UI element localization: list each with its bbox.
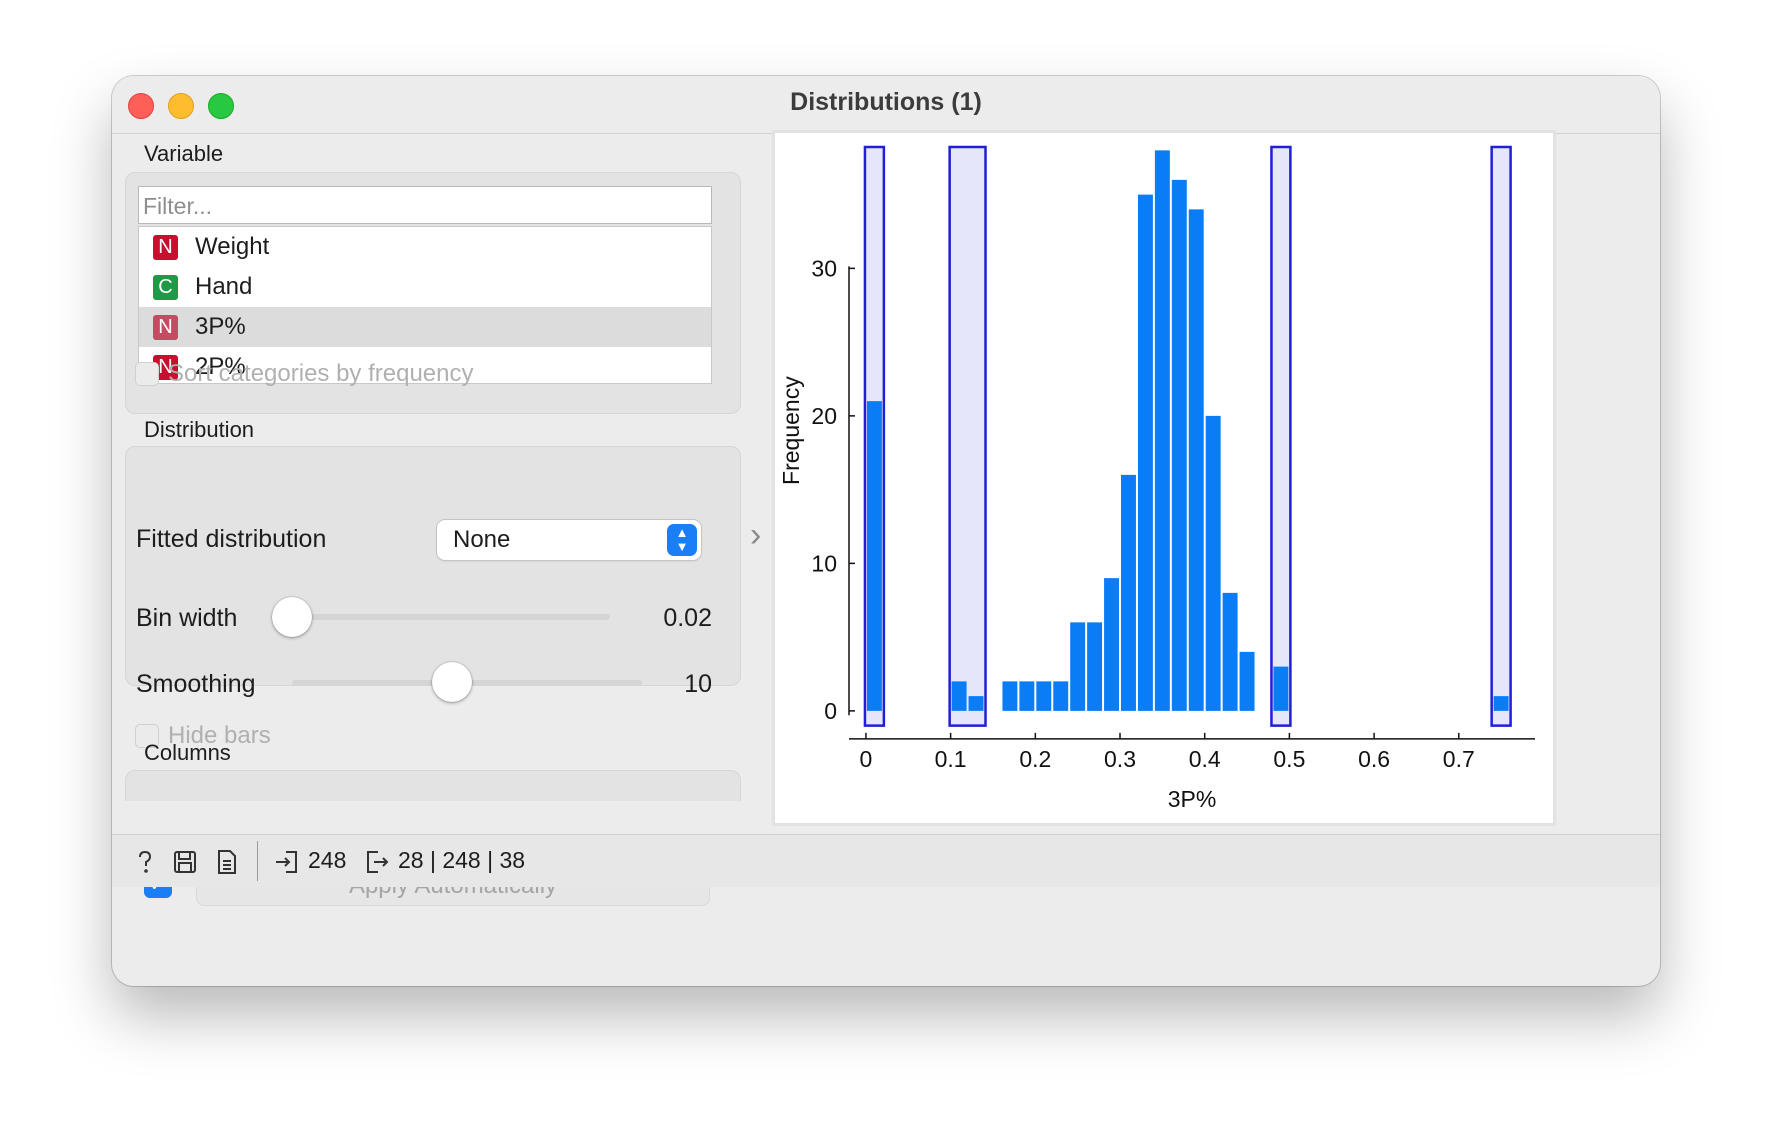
distribution-group <box>125 446 741 686</box>
histogram-bar <box>1493 696 1509 711</box>
numeric-variable-icon: N <box>153 314 178 340</box>
smoothing-value: 10 <box>684 670 712 698</box>
distributions-window: Distributions (1) Variable Filter... N W… <box>112 76 1660 986</box>
status-bar: 248 28 | 248 | 38 <box>112 834 1660 887</box>
histogram-bar <box>1121 474 1136 711</box>
help-icon[interactable] <box>132 849 158 875</box>
fitted-distribution-label: Fitted distribution <box>136 525 327 553</box>
smoothing-slider-knob[interactable] <box>432 662 472 702</box>
variable-item-label: 3P% <box>195 313 246 340</box>
variable-item-label: Hand <box>195 273 253 300</box>
bin-width-value: 0.02 <box>663 604 712 632</box>
report-icon[interactable] <box>214 849 240 875</box>
x-axis-label: 3P% <box>1168 786 1217 812</box>
histogram-bar <box>1070 622 1086 711</box>
sort-by-frequency-checkbox[interactable] <box>135 362 159 386</box>
histogram-bar <box>1239 651 1255 711</box>
histogram-bar <box>1019 681 1035 711</box>
fitted-distribution-value: None <box>453 526 511 553</box>
histogram-bar <box>1222 592 1238 711</box>
variable-section-label: Variable <box>144 141 224 166</box>
output-counts: 28 | 248 | 38 <box>398 847 526 873</box>
smoothing-label: Smoothing <box>136 670 256 698</box>
histogram-bar <box>1137 194 1153 711</box>
y-tick-label: 20 <box>811 403 837 429</box>
histogram-bar <box>866 401 882 711</box>
bin-width-slider-track[interactable] <box>272 614 610 620</box>
save-icon[interactable] <box>172 849 198 875</box>
histogram-bar <box>1273 666 1289 711</box>
histogram-bar <box>1087 622 1103 711</box>
x-tick-label: 0 <box>860 746 873 772</box>
x-tick-label: 0.2 <box>1019 746 1051 772</box>
input-count: 248 <box>308 847 347 873</box>
histogram-bar <box>1036 681 1052 711</box>
histogram-bar <box>1188 209 1204 711</box>
numeric-variable-icon: N <box>153 234 178 260</box>
bin-width-slider-knob[interactable] <box>272 597 312 637</box>
plot-area: 0 0.1 0.2 0.3 0.4 0.5 0.6 0.7 0 10 20 30 3P% Frequenc… <box>772 130 1556 826</box>
chevron-right-icon[interactable]: › <box>750 516 761 555</box>
x-tick-label: 0.5 <box>1273 746 1305 772</box>
variable-item-3p[interactable]: N 3P% <box>139 307 711 347</box>
variable-item-weight[interactable]: N Weight <box>139 227 711 267</box>
selection-region[interactable] <box>948 145 987 727</box>
histogram-bar <box>951 681 967 711</box>
window-title: Distributions (1) <box>790 88 982 116</box>
x-tick-label: 0.4 <box>1189 746 1221 772</box>
input-icon <box>276 851 297 873</box>
bin-width-label: Bin width <box>136 604 238 632</box>
up-down-chevron-icon: ▲ ▼ <box>667 524 697 556</box>
x-tick-label: 0.1 <box>935 746 967 772</box>
histogram-bar <box>1154 150 1170 711</box>
fitted-distribution-select[interactable]: None ▲ ▼ <box>437 520 701 560</box>
histogram-bar <box>1002 681 1018 711</box>
histogram-bar <box>1053 681 1069 711</box>
y-axis-label: Frequency <box>778 376 804 485</box>
histogram-bar <box>1171 179 1187 711</box>
y-tick-label: 0 <box>824 698 837 724</box>
variable-item-label: Weight <box>195 233 270 260</box>
histogram-chart[interactable]: 0 0.1 0.2 0.3 0.4 0.5 0.6 0.7 0 10 20 30 3P% Frequenc… <box>775 133 1553 823</box>
histogram-bar <box>968 696 984 711</box>
y-tick-label: 30 <box>811 255 837 281</box>
histogram-bar <box>1205 415 1221 711</box>
columns-section-label: Columns <box>144 740 231 765</box>
distribution-section-label: Distribution <box>144 417 255 442</box>
variable-item-hand[interactable]: C Hand <box>139 267 711 307</box>
selection-region[interactable] <box>1490 145 1512 727</box>
title-bar: Distributions (1) <box>112 76 1660 134</box>
output-icon <box>367 851 389 873</box>
x-tick-label: 0.7 <box>1443 746 1475 772</box>
columns-group <box>125 770 741 801</box>
x-tick-label: 0.3 <box>1104 746 1136 772</box>
selection-region[interactable] <box>1270 145 1292 727</box>
y-tick-label: 10 <box>811 550 837 576</box>
categorical-variable-icon: C <box>153 274 178 300</box>
variable-filter-input[interactable]: Filter... <box>138 186 712 224</box>
x-tick-label: 0.6 <box>1358 746 1390 772</box>
status-divider <box>257 841 258 881</box>
histogram-bar <box>1104 578 1120 711</box>
sort-by-frequency-label: Sort categories by frequency <box>168 360 474 387</box>
